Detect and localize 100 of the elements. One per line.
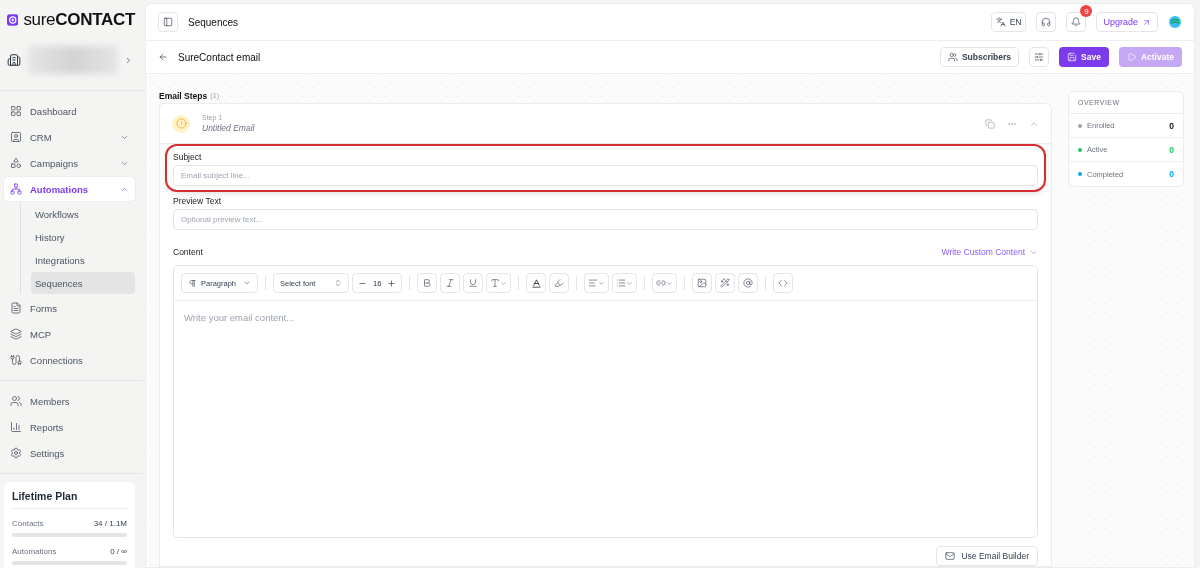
back-button[interactable] <box>158 52 168 62</box>
dashboard-icon <box>10 105 22 117</box>
sidebar-item[interactable]: Campaigns <box>4 151 135 175</box>
sidebar-subitem[interactable]: Sequences <box>31 272 135 294</box>
logo-icon[interactable] <box>1168 15 1182 29</box>
contact-card-icon <box>10 131 22 143</box>
sidebar-item[interactable]: Dashboard <box>4 99 135 123</box>
usage-value: 34 / 1.1M <box>93 519 127 528</box>
back-arrow-icon <box>158 52 168 62</box>
sidebar-item[interactable]: CRM <box>4 125 135 149</box>
play-icon <box>1126 52 1137 62</box>
cable-icon <box>10 354 22 366</box>
align-left-icon <box>588 278 599 288</box>
building-icon <box>7 53 21 67</box>
highlighter-icon <box>554 278 565 288</box>
sidebar-item[interactable]: Settings <box>4 441 135 465</box>
step-name: Untitled Email <box>202 123 256 133</box>
bell-icon <box>1071 17 1082 27</box>
link-icon <box>656 278 667 288</box>
bold-icon <box>422 278 433 288</box>
text-style-button[interactable] <box>486 273 512 293</box>
sidebar-subitem[interactable]: Workflows <box>31 203 135 225</box>
mention-button[interactable] <box>738 273 759 293</box>
users-icon <box>10 395 22 407</box>
code-icon <box>778 278 789 288</box>
text-color-icon <box>530 277 542 289</box>
usage-label: Contacts <box>12 519 44 528</box>
sequence-title: SureContact email <box>178 51 262 63</box>
chart-icon <box>10 421 22 433</box>
arrow-up-right-icon <box>1142 17 1151 27</box>
list-button[interactable] <box>612 273 638 293</box>
sidebar-subitem[interactable]: History <box>31 226 135 248</box>
magic-button[interactable] <box>715 273 736 293</box>
chevron-down-icon <box>666 279 674 287</box>
text-field[interactable]: Optional preview text... <box>173 209 1038 230</box>
sidebar-item[interactable]: Reports <box>4 415 135 439</box>
sidebar-item[interactable]: Connections <box>4 348 135 372</box>
chevron-down-icon <box>243 279 251 287</box>
steps-heading: Email Steps <box>159 90 208 101</box>
filter-button[interactable] <box>1029 47 1050 67</box>
plus-icon <box>387 278 397 288</box>
underline-button[interactable] <box>463 273 484 293</box>
panel-icon <box>163 17 173 27</box>
sidebar-item[interactable]: MCP <box>4 322 135 346</box>
shapes-icon <box>10 157 22 169</box>
notification-badge: 9 <box>1080 5 1093 17</box>
plan-title: Lifetime Plan <box>12 490 127 509</box>
email-builder-button[interactable]: Use Email Builder <box>936 546 1038 566</box>
settings-icon <box>10 447 22 459</box>
chevron-right-icon <box>124 55 133 65</box>
sliders-icon <box>1034 52 1045 62</box>
editor-placeholder: Write your email content... <box>184 312 295 323</box>
copy-icon <box>985 118 995 129</box>
chevron-down-icon <box>626 279 634 287</box>
translate-icon <box>995 17 1006 27</box>
updown-icon <box>334 279 342 287</box>
users-icon <box>947 52 958 62</box>
field-label: Preview Text <box>173 196 223 206</box>
image-button[interactable] <box>692 273 713 293</box>
logo-text: sureCONTACT <box>23 10 135 30</box>
field-label: Subject <box>173 152 203 162</box>
highlight-button[interactable] <box>549 273 570 293</box>
sidebar-item[interactable]: Automations <box>4 177 135 201</box>
network-icon <box>10 183 22 195</box>
usage-value: 0 / ∞ <box>110 547 127 556</box>
link-button[interactable] <box>652 273 678 293</box>
language-button[interactable]: EN <box>990 12 1027 32</box>
bold-button[interactable] <box>417 273 438 293</box>
code-button[interactable] <box>773 273 794 293</box>
italic-button[interactable] <box>440 273 461 293</box>
notifications-button[interactable] <box>1066 12 1087 32</box>
field-label: Content <box>173 247 203 257</box>
layers-icon <box>10 328 22 340</box>
sidebar-toggle-button[interactable] <box>158 12 178 32</box>
subscribers-button[interactable]: Subscribers <box>939 47 1020 67</box>
custom-content-link[interactable]: Write Custom Content <box>941 247 1038 257</box>
sidebar-subitem[interactable]: Integrations <box>31 249 135 271</box>
type-icon <box>490 278 501 288</box>
chevron-down-icon <box>598 279 606 287</box>
form-icon <box>10 302 22 314</box>
align-button[interactable] <box>584 273 610 293</box>
upgrade-button[interactable]: Upgrade <box>1096 12 1158 32</box>
pilcrow-icon <box>188 278 197 288</box>
headset-icon <box>1041 17 1052 27</box>
usage-label: Automations <box>12 547 57 556</box>
sidebar-item[interactable]: Members <box>4 389 135 413</box>
page-title: Sequences <box>188 16 240 28</box>
italic-icon <box>445 278 456 288</box>
stat-value: 0 <box>1169 144 1174 155</box>
text-field[interactable]: Email subject line... <box>173 165 1038 186</box>
warning-icon <box>172 114 190 133</box>
text-color-button[interactable] <box>526 273 547 293</box>
save-button[interactable]: Save <box>1059 47 1109 67</box>
save-icon <box>1067 52 1078 62</box>
stat-value: 0 <box>1169 120 1174 131</box>
support-button[interactable] <box>1036 12 1057 32</box>
sidebar-item[interactable]: Forms <box>4 296 135 320</box>
chevron-down-icon <box>500 279 508 287</box>
list-icon <box>616 278 627 288</box>
at-sign-icon <box>743 278 754 288</box>
